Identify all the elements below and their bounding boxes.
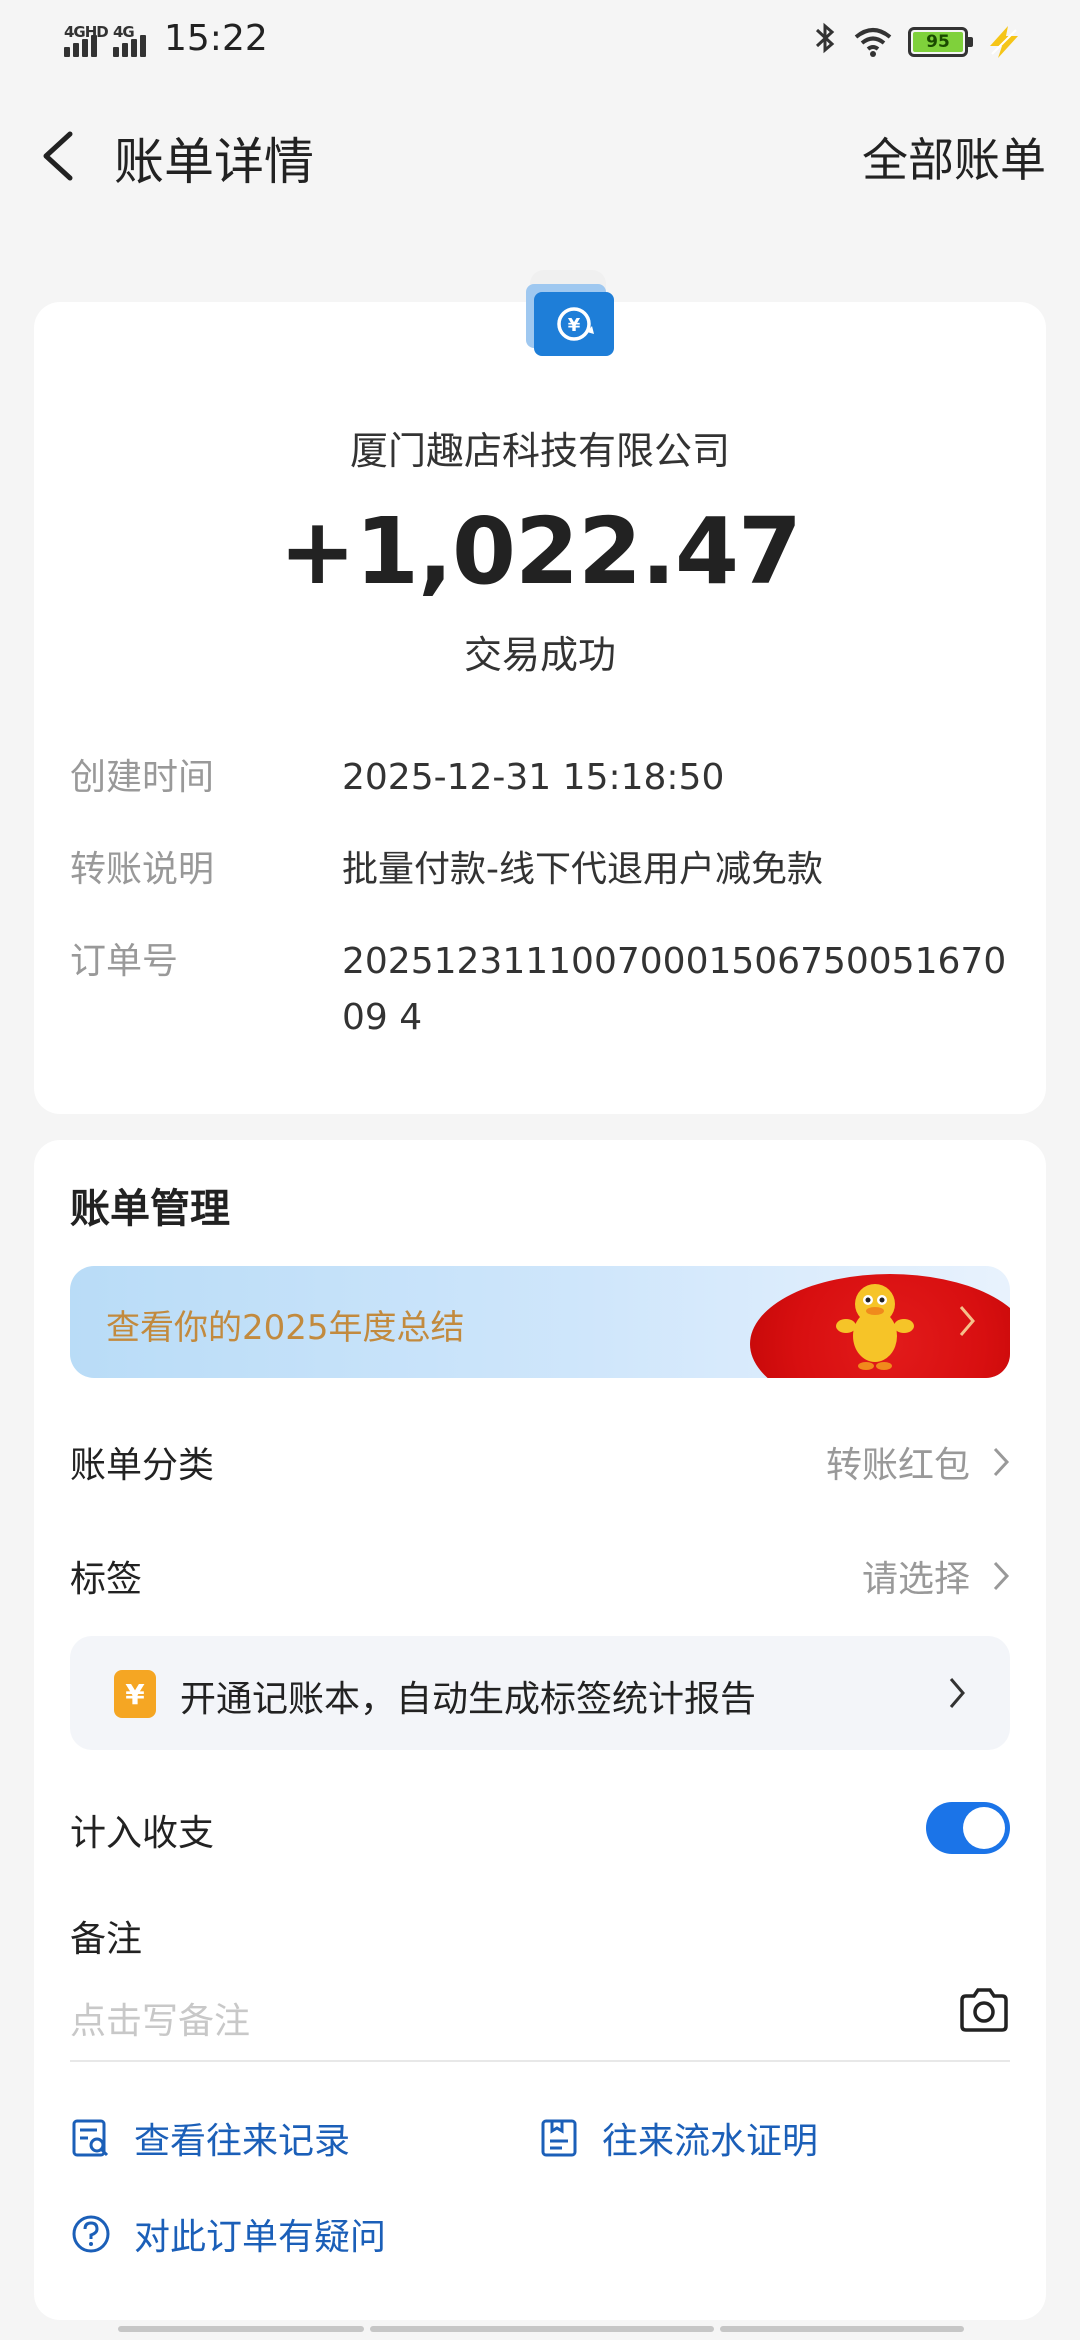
status-left: 4GHD 4G 15:22: [64, 18, 268, 59]
chevron-right-icon: [949, 1678, 965, 1708]
detail-value: 2025-12-31 15:18:50: [342, 757, 725, 798]
transaction-proof-link[interactable]: 往来流水证明: [538, 2112, 818, 2164]
battery-icon: 95: [908, 27, 973, 57]
row-value: 转账红包: [825, 1445, 970, 1486]
tag-row[interactable]: 标签 请选择: [70, 1530, 1010, 1620]
amount: +1,022.47: [278, 498, 802, 605]
back-arrow-icon[interactable]: [30, 120, 90, 192]
all-bills-link[interactable]: 全部账单: [862, 124, 1046, 190]
link-text: 对此订单有疑问: [134, 2217, 387, 2258]
merchant-logo: ¥: [494, 270, 614, 380]
camera-icon[interactable]: [958, 1986, 1010, 2034]
record-search-icon: [72, 2119, 109, 2157]
payee-name: 厦门趣店科技有限公司: [349, 429, 730, 473]
chevron-right-icon: [959, 1306, 975, 1336]
app-header: 账单详情 全部账单: [0, 100, 1080, 210]
order-question-link[interactable]: 对此订单有疑问: [70, 2208, 386, 2260]
question-icon: [72, 2215, 110, 2253]
mascot-icon: [836, 1284, 914, 1370]
chevron-right-icon: [993, 1447, 1010, 1477]
section-title: 账单管理: [70, 1186, 230, 1232]
status-bar: 4GHD 4G 15:22 95: [0, 0, 1080, 84]
count-in-budget-toggle[interactable]: [926, 1802, 1010, 1854]
detail-label: 转账说明: [70, 849, 215, 890]
bookkeeping-promo[interactable]: ¥ 开通记账本，自动生成标签统计报告: [70, 1636, 1010, 1750]
bill-category-row[interactable]: 账单分类 转账红包: [70, 1416, 1010, 1506]
order-number[interactable]: 2025123111007000150675005167009 4: [342, 934, 1022, 1046]
note-input[interactable]: [70, 1982, 1010, 2062]
status-right: 95: [812, 22, 1024, 62]
transfer-icon: ¥: [534, 292, 614, 356]
coin-icon: ¥: [114, 1670, 156, 1718]
detail-row-created-time: 创建时间 2025-12-31 15:18:50: [70, 750, 1030, 806]
row-label: 计入收支: [70, 1813, 215, 1854]
battery-level: 95: [913, 32, 963, 52]
bill-detail-screen: 4GHD 4G 15:22 95 账单详情 全部账单 ¥ 厦门趣店科技有限公司 …: [0, 0, 1080, 2340]
bluetooth-icon: [812, 22, 838, 62]
row-value: 请选择: [861, 1559, 970, 1600]
chevron-right-icon: [993, 1561, 1010, 1591]
signal-icon: 4G: [113, 21, 146, 57]
link-text: 往来流水证明: [602, 2121, 819, 2162]
row-label: 标签: [70, 1559, 143, 1600]
wifi-icon: [854, 28, 892, 57]
banner-text: 查看你的2025年度总结: [106, 1308, 465, 1348]
signal-label: 4GHD: [64, 22, 109, 41]
detail-row-order-number: 订单号 2025123111007000150675005167009 4: [70, 934, 1030, 1046]
view-history-link[interactable]: 查看往来记录: [70, 2112, 350, 2164]
annual-summary-banner[interactable]: 查看你的2025年度总结: [70, 1266, 1010, 1378]
signal-icon: 4GHD: [64, 21, 109, 57]
detail-label: 创建时间: [70, 757, 215, 798]
link-text: 查看往来记录: [134, 2121, 351, 2162]
clock: 15:22: [164, 18, 268, 59]
note-label: 备注: [70, 1919, 143, 1960]
charging-icon: [990, 26, 1018, 58]
promo-text: 开通记账本，自动生成标签统计报告: [180, 1679, 757, 1720]
transaction-status: 交易成功: [463, 633, 616, 677]
toggle-knob: [963, 1807, 1005, 1849]
detail-value: 批量付款-线下代退用户减免款: [342, 849, 823, 890]
svg-text:¥: ¥: [568, 315, 581, 336]
detail-row-transfer-note: 转账说明 批量付款-线下代退用户减免款: [70, 842, 1030, 898]
detail-label: 订单号: [70, 941, 179, 982]
signal-label: 4G: [113, 22, 135, 41]
row-label: 账单分类: [70, 1445, 215, 1486]
page-title: 账单详情: [114, 133, 314, 191]
bill-summary-card: ¥ 厦门趣店科技有限公司 +1,022.47 交易成功 创建时间 2025-12…: [34, 270, 1046, 1114]
scroll-indicator: [118, 2326, 964, 2332]
bill-management-card: 账单管理 查看你的2025年度总结 账单分类 转账红包 标签 请选择 ¥ 开通记…: [34, 1140, 1046, 2320]
document-icon: [541, 2119, 577, 2157]
count-in-budget-row: 计入收支: [70, 1780, 1010, 1870]
